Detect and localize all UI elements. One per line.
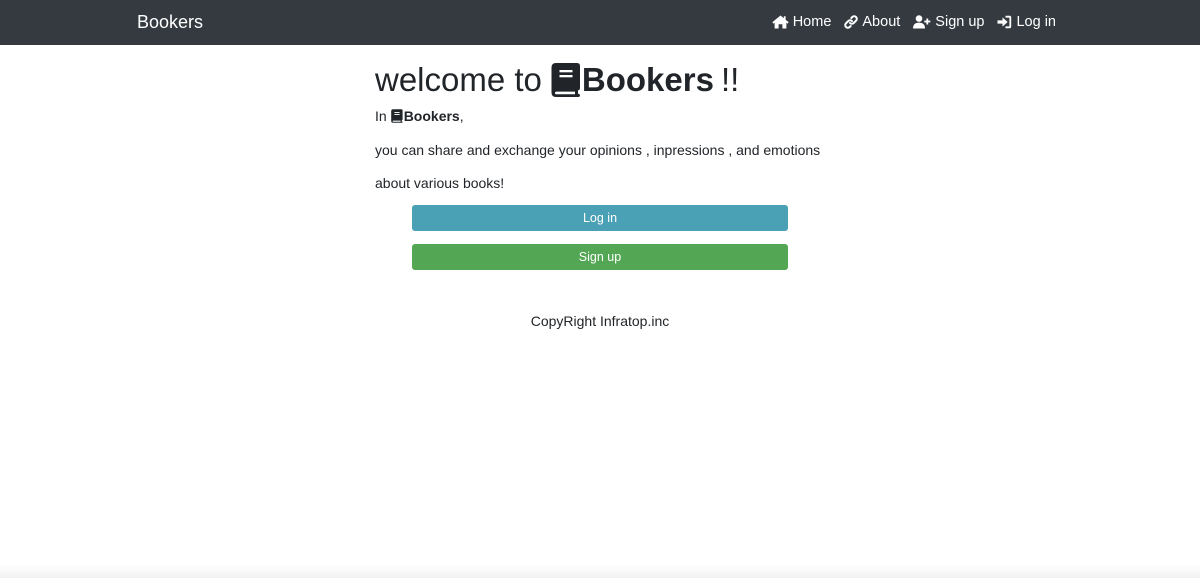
home-icon [772,15,789,29]
signup-button[interactable]: Sign up [412,244,788,270]
nav-about-link[interactable]: About [844,12,900,32]
top-navbar: Bookers Home About Sign up Log in [0,0,1200,45]
link-icon [844,15,859,29]
nav-login-link[interactable]: Log in [997,12,1056,32]
book-icon [551,63,580,97]
user-plus-icon [913,15,931,29]
login-button[interactable]: Log in [412,205,788,231]
nav-home-link[interactable]: Home [772,12,832,32]
intro-brand: Bookers [403,108,460,124]
sign-in-icon [997,15,1012,29]
title-brand: Bookers [581,61,714,98]
nav-login-label: Log in [1016,14,1056,30]
bottom-shadow [0,564,1200,578]
nav-about-label: About [862,14,901,30]
page-title: welcome to Bookers !! [375,61,825,99]
main-content: welcome to Bookers !! In Bookers , you c… [375,61,825,191]
nav-home-label: Home [792,14,832,30]
intro-line-2: you can share and exchange your opinions… [375,142,821,158]
intro-line-3: about various books! [375,175,505,191]
title-prefix: welcome to [375,61,542,98]
footer-copyright: CopyRight Infratop.inc [530,313,670,329]
intro-prefix: In [375,108,387,124]
nav-signup-link[interactable]: Sign up [913,12,984,32]
intro-line-1: In Bookers , [375,107,464,125]
title-suffix: !! [720,61,740,98]
nav-signup-label: Sign up [935,14,985,30]
brand-link[interactable]: Bookers [137,11,203,33]
intro-suffix: , [459,108,464,124]
nav-links: Home About Sign up Log in [772,12,1056,32]
book-icon [390,109,403,123]
